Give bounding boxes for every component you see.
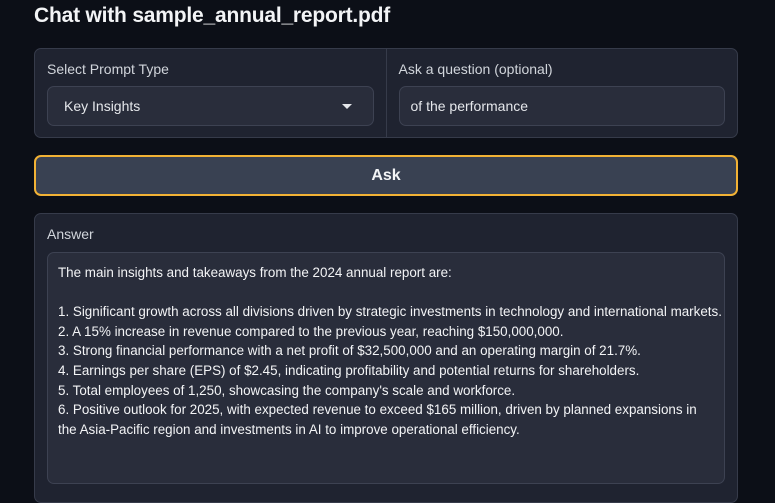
answer-item: 1. Significant growth across all divisio… xyxy=(58,304,722,320)
answer-textbox[interactable]: The main insights and takeaways from the… xyxy=(47,252,725,484)
answer-intro: The main insights and takeaways from the… xyxy=(58,265,452,280)
answer-item: 4. Earnings per share (EPS) of $2.45, in… xyxy=(58,362,640,378)
prompt-type-dropdown[interactable]: Key Insights xyxy=(47,86,374,126)
question-block: Ask a question (optional) xyxy=(387,49,738,137)
prompt-type-block: Select Prompt Type Key Insights xyxy=(35,49,387,137)
prompt-form: Select Prompt Type Key Insights Ask a qu… xyxy=(34,48,738,138)
chevron-down-icon[interactable] xyxy=(341,103,352,109)
answer-item: 3. Strong financial performance with a n… xyxy=(58,343,641,359)
question-label: Ask a question (optional) xyxy=(398,61,553,77)
answer-blank-line xyxy=(58,283,714,303)
question-field-wrapper xyxy=(398,86,725,126)
answer-panel: Answer The main insights and takeaways f… xyxy=(34,213,738,503)
page-title: Chat with sample_annual_report.pdf xyxy=(34,4,391,27)
prompt-type-label: Select Prompt Type xyxy=(47,61,169,77)
question-input[interactable] xyxy=(399,87,724,125)
ask-button[interactable]: Ask xyxy=(34,155,738,196)
prompt-type-selected: Key Insights xyxy=(64,98,141,114)
answer-item: 2. A 15% increase in revenue compared to… xyxy=(58,323,564,339)
answer-item: 5. Total employees of 1,250, showcasing … xyxy=(58,382,516,398)
answer-item: 6. Positive outlook for 2025, with expec… xyxy=(58,402,697,437)
answer-label: Answer xyxy=(47,226,94,242)
